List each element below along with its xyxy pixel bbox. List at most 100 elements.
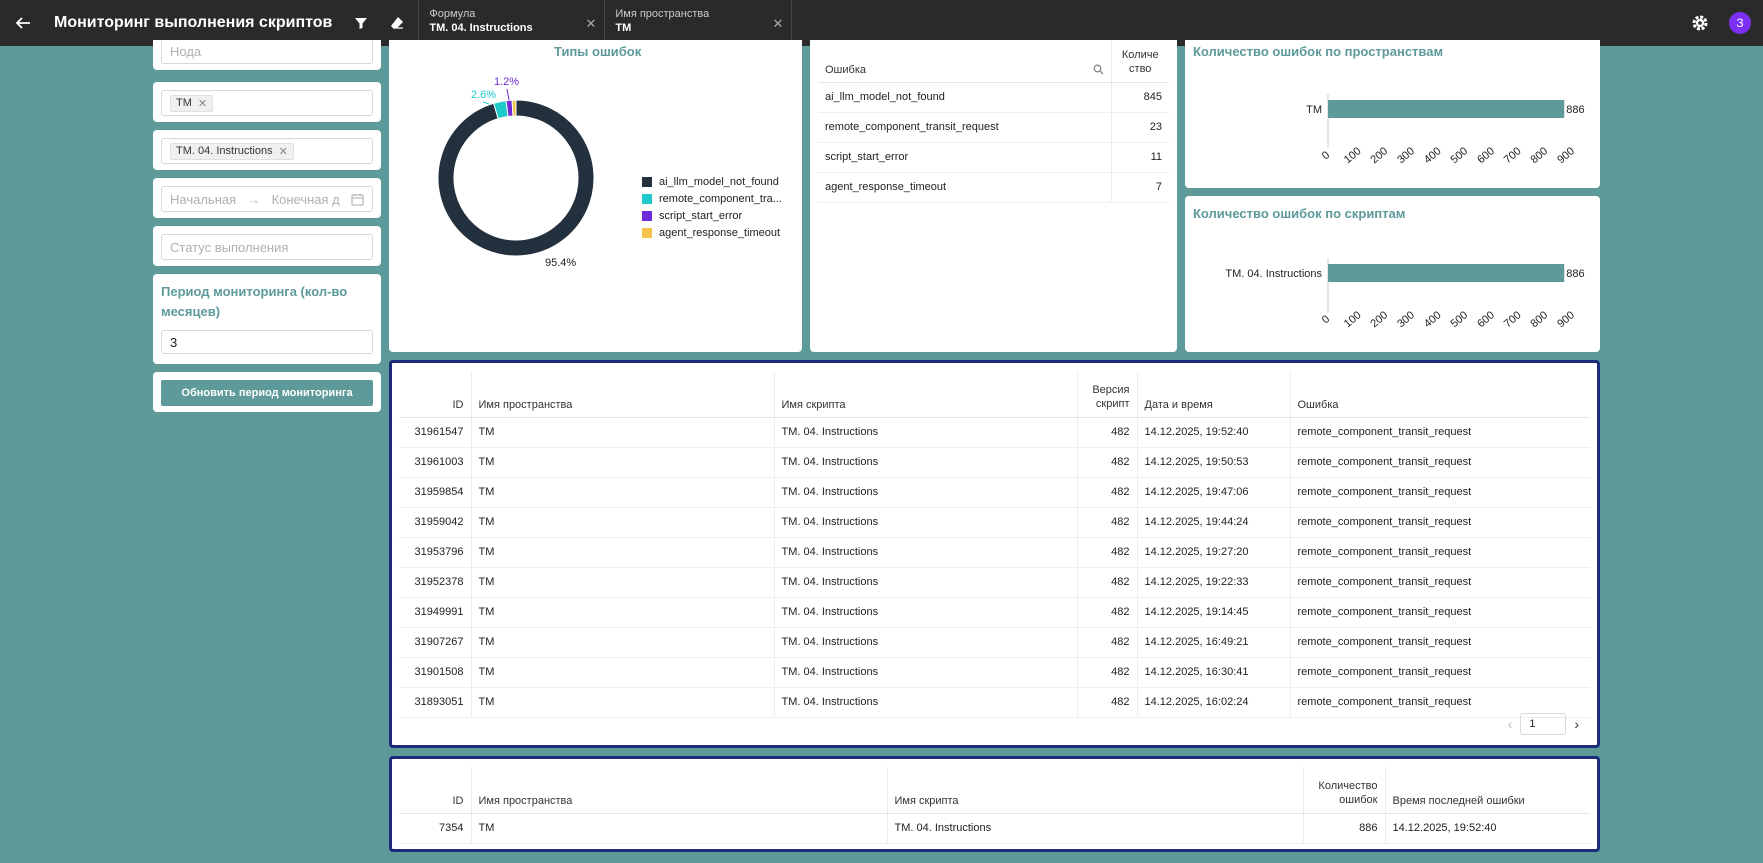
version-cell: 482	[1077, 477, 1138, 508]
datetime-cell: 14.12.2025, 19:47:06	[1137, 477, 1291, 508]
chevron-left-icon[interactable]: ‹	[1508, 716, 1513, 732]
avatar[interactable]: З	[1729, 12, 1751, 34]
tick-label: 900	[1555, 145, 1577, 166]
bar[interactable]	[1328, 100, 1565, 118]
error-cell: remote_component_transit_request	[1290, 567, 1590, 598]
table-row[interactable]: remote_component_transit_request 23	[818, 112, 1169, 143]
error-cell: remote_component_transit_request	[1290, 417, 1590, 448]
error-log-card: ID Имя пространства Имя скрипта Версия с…	[389, 360, 1600, 748]
node-select[interactable]: Нода	[161, 40, 373, 64]
chip-value: TM. 04. Instructions	[429, 22, 533, 34]
tag-close-icon[interactable]: ✕	[198, 97, 207, 110]
error-summary-table: Ошибка Количе ство ai_llm_model_not_foun…	[818, 40, 1169, 203]
script-cell: TM. 04. Instructions	[774, 687, 1078, 718]
chip-label: Имя пространства	[615, 8, 710, 20]
datetime-cell: 14.12.2025, 16:49:21	[1137, 627, 1291, 658]
update-panel: Обновить период мониторинга	[153, 372, 381, 412]
legend-label: remote_component_tra...	[659, 193, 782, 205]
table-row[interactable]: 31949991 TM TM. 04. Instructions 482 14.12.2…	[399, 597, 1590, 628]
legend-item[interactable]: ai_llm_model_not_found	[642, 176, 792, 188]
id-cell: 31949991	[399, 597, 472, 628]
datetime-cell: 14.12.2025, 19:27:20	[1137, 537, 1291, 568]
date-start-input[interactable]: Начальная	[170, 192, 236, 207]
id-cell: 31952378	[399, 567, 472, 598]
table-row[interactable]: 31901508 TM TM. 04. Instructions 482 14.12.2…	[399, 657, 1590, 688]
table-row[interactable]: 31959854 TM TM. 04. Instructions 482 14.12.2…	[399, 477, 1590, 508]
table-row[interactable]: 31952378 TM TM. 04. Instructions 482 14.12.2…	[399, 567, 1590, 598]
id-cell: 31907267	[399, 627, 472, 658]
status-placeholder: Статус выполнения	[170, 239, 289, 255]
gear-icon	[1692, 15, 1708, 31]
count-cell: 845	[1111, 82, 1169, 113]
close-icon[interactable]: ✕	[585, 16, 596, 32]
clear-filters-button[interactable]	[382, 8, 412, 38]
tag-close-icon[interactable]: ✕	[279, 145, 288, 158]
pie-slice-3[interactable]	[511, 99, 517, 117]
close-icon[interactable]: ✕	[772, 16, 783, 32]
space-cell: TM	[471, 813, 888, 844]
legend-label: script_start_error	[659, 210, 743, 222]
table-row[interactable]: 31907267 TM TM. 04. Instructions 482 14.12.2…	[399, 627, 1590, 658]
tick-label: 700	[1502, 309, 1524, 330]
period-input[interactable]: 3	[161, 330, 373, 354]
error-cell: remote_component_transit_request	[1290, 507, 1590, 538]
table-row[interactable]: 31961003 TM TM. 04. Instructions 482 14.12.2…	[399, 447, 1590, 478]
table-row[interactable]: 31961547 TM TM. 04. Instructions 482 14.12.2…	[399, 417, 1590, 448]
table-row[interactable]: 7354 TM TM. 04. Instructions 886 14.12.2025,…	[399, 813, 1590, 844]
bar[interactable]	[1328, 264, 1565, 282]
tick-label: 800	[1529, 145, 1551, 166]
back-button[interactable]	[0, 0, 46, 46]
tick-label: 0	[1320, 313, 1332, 326]
pie-slice-0[interactable]	[437, 99, 595, 257]
col-id: ID	[399, 767, 472, 814]
search-icon[interactable]	[1093, 64, 1104, 75]
chevron-right-icon[interactable]: ›	[1574, 716, 1579, 732]
legend-item[interactable]: remote_component_tra...	[642, 193, 792, 205]
filter-button[interactable]	[346, 8, 376, 38]
pie-percent-label: 2.6%	[471, 89, 496, 101]
id-cell: 31959854	[399, 477, 472, 508]
space-cell: TM	[471, 477, 775, 508]
error-summary-card: Ошибка Количе ство ai_llm_model_not_foun…	[810, 40, 1177, 352]
error-cell: remote_component_transit_request	[1290, 597, 1590, 628]
col-script: Имя скрипта	[774, 371, 1078, 418]
error-cell: remote_component_transit_request	[1290, 627, 1590, 658]
pie-legend: ai_llm_model_not_found remote_component_t…	[642, 176, 792, 244]
pie-leader-line	[506, 88, 510, 101]
table-row[interactable]: agent_response_timeout 7	[818, 172, 1169, 203]
table-row[interactable]: script_start_error 11	[818, 142, 1169, 173]
date-range-picker[interactable]: Начальная → Конечная д	[161, 186, 373, 212]
category-label: TM. 04. Instructions	[1225, 268, 1322, 280]
space-select[interactable]: TM ✕	[161, 90, 373, 116]
status-select[interactable]: Статус выполнения	[161, 234, 373, 260]
errors-by-script-card: Количество ошибок по скриптам TM. 04. In…	[1185, 196, 1600, 352]
error-cell: agent_response_timeout	[818, 172, 1112, 203]
script-cell: TM. 04. Instructions	[774, 417, 1078, 448]
version-cell: 482	[1077, 417, 1138, 448]
table-row[interactable]: 31893051 TM TM. 04. Instructions 482 14.12.2…	[399, 687, 1590, 718]
chip-value: TM	[615, 22, 632, 34]
pie-percent-label: 95.4%	[545, 257, 576, 269]
page-input[interactable]: 1	[1520, 713, 1567, 735]
space-cell: TM	[471, 447, 775, 478]
settings-button[interactable]	[1685, 8, 1715, 38]
col-error: Ошибка	[818, 40, 1112, 83]
update-period-button[interactable]: Обновить период мониторинга	[161, 380, 373, 406]
space-cell: TM	[471, 657, 775, 688]
table-row[interactable]: ai_llm_model_not_found 845	[818, 82, 1169, 113]
col-id: ID	[399, 371, 472, 418]
col-last-error: Время последней ошибки	[1385, 767, 1590, 814]
version-cell: 482	[1077, 597, 1138, 628]
script-cell: TM. 04. Instructions	[774, 657, 1078, 688]
errors-by-script-chart: TM. 04. Instructions 886 0 100 200 300 400 500 6…	[1225, 258, 1585, 330]
count-cell: 23	[1111, 112, 1169, 143]
table-row[interactable]: 31953796 TM TM. 04. Instructions 482 14.12.2…	[399, 537, 1590, 568]
date-end-input[interactable]: Конечная д	[272, 192, 340, 207]
legend-item[interactable]: script_start_error	[642, 210, 792, 222]
legend-item[interactable]: agent_response_timeout	[642, 227, 792, 239]
count-cell: 7	[1111, 172, 1169, 203]
table-row[interactable]: 31959042 TM TM. 04. Instructions 482 14.12.2…	[399, 507, 1590, 538]
bar-value-label: 886	[1566, 268, 1584, 280]
tick-label: 500	[1449, 145, 1471, 166]
script-select[interactable]: TM. 04. Instructions ✕	[161, 138, 373, 164]
